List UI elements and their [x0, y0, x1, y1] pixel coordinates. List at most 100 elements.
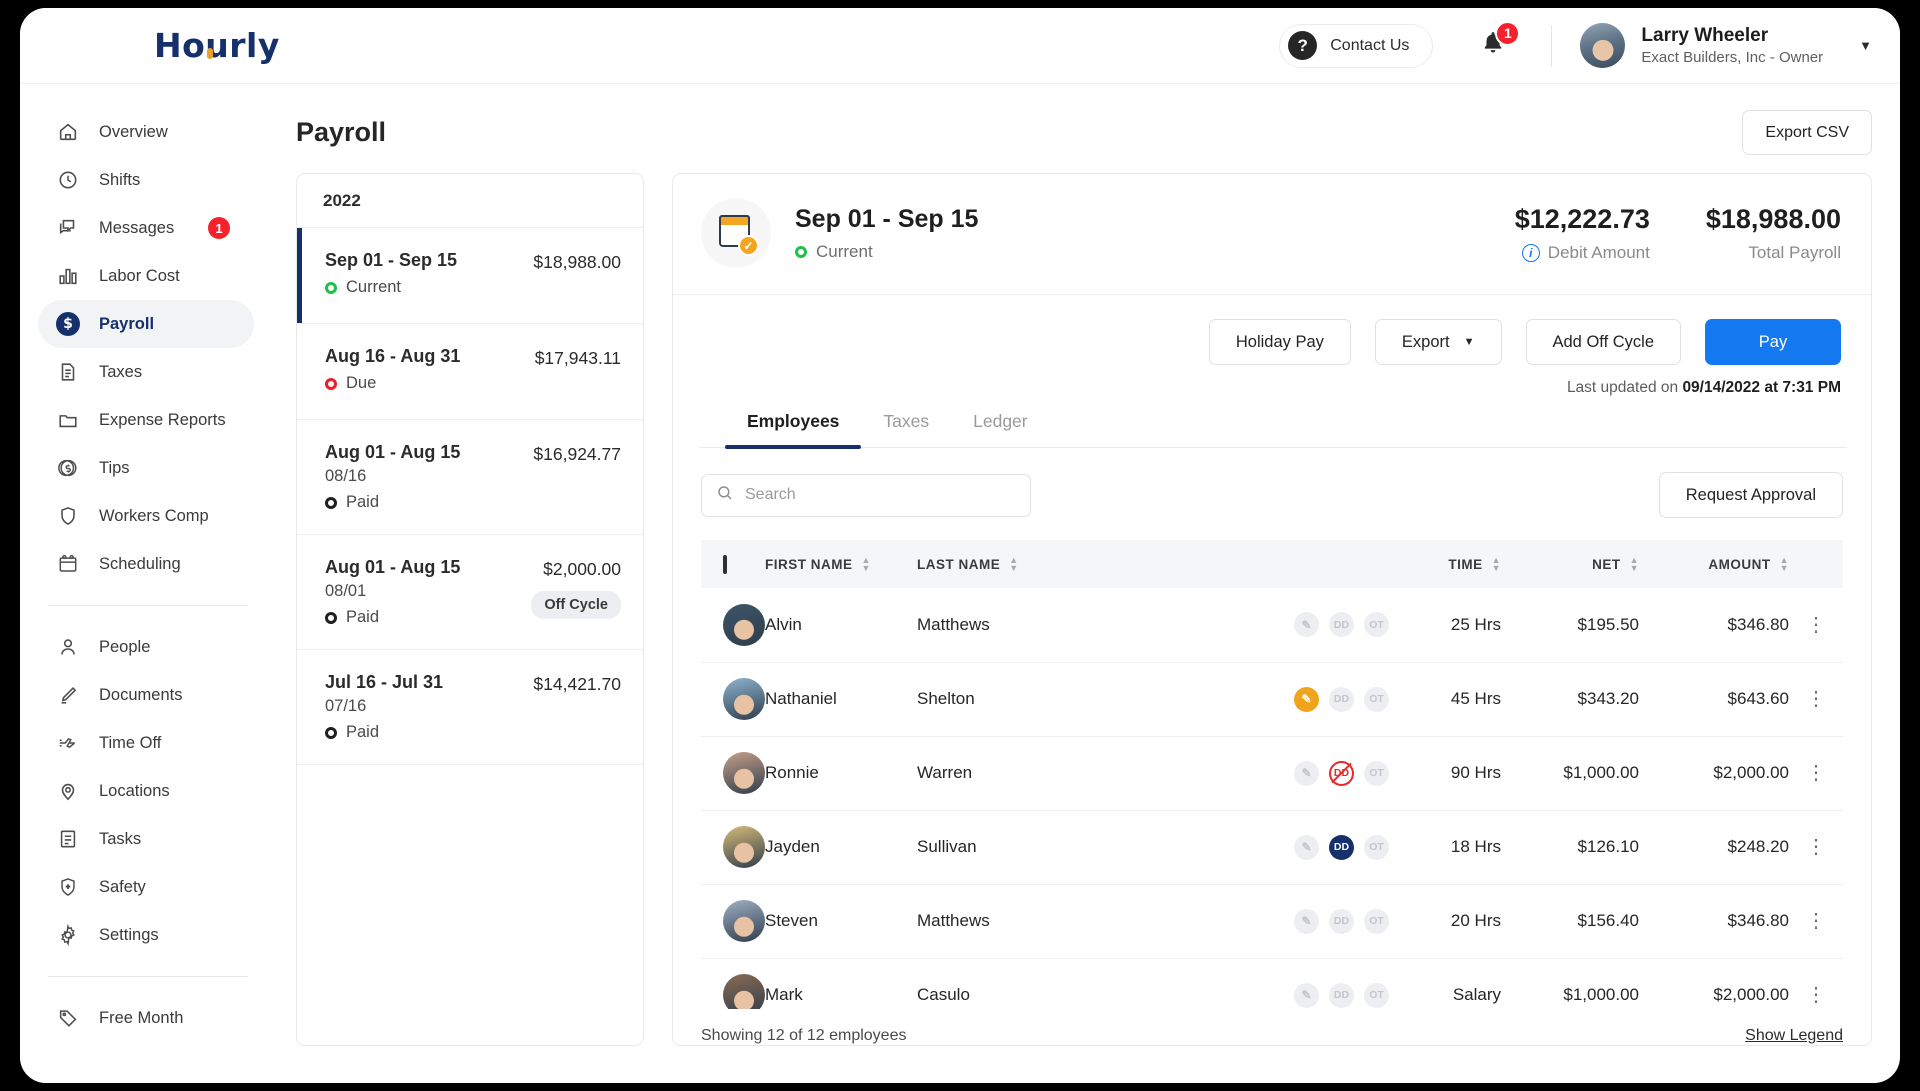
direct-deposit-badge[interactable]: DD — [1329, 612, 1354, 637]
sidebar-item-documents[interactable]: Documents — [38, 671, 254, 719]
th-amount[interactable]: AMOUNT ▲▼ — [1639, 540, 1789, 588]
avatar[interactable] — [1580, 23, 1625, 68]
sidebar-item-payroll[interactable]: $ Payroll — [38, 300, 254, 348]
tab-ledger[interactable]: Ledger — [951, 411, 1050, 447]
table-row[interactable]: MarkCasulo✎DDOTSalary$1,000.00$2,000.00⋮ — [701, 958, 1843, 1009]
request-approval-button[interactable]: Request Approval — [1659, 472, 1843, 518]
holiday-pay-button[interactable]: Holiday Pay — [1209, 319, 1351, 365]
brand-logo[interactable]: Hourly — [20, 26, 272, 65]
pencil-icon[interactable]: ✎ — [1294, 909, 1319, 934]
list-item[interactable]: Sep 01 - Sep 15 Current $18,988.00 — [297, 228, 643, 324]
sidebar-item-tasks[interactable]: Tasks — [38, 815, 254, 863]
direct-deposit-badge[interactable]: DD — [1329, 983, 1354, 1008]
pencil-icon[interactable]: ✎ — [1294, 612, 1319, 637]
table-row[interactable]: JaydenSullivan✎DDOT18 Hrs$126.10$248.20⋮ — [701, 810, 1843, 884]
pencil-icon[interactable]: ✎ — [1294, 687, 1319, 712]
th-last-name[interactable]: LAST NAME ▲▼ — [917, 540, 1239, 588]
list-item[interactable]: Jul 16 - Jul 31 07/16 Paid $14,421.70 — [297, 650, 643, 765]
direct-deposit-badge[interactable]: DD — [1329, 835, 1354, 860]
period-info: Aug 01 - Aug 15 08/01 Paid — [325, 557, 531, 627]
list-item[interactable]: Aug 01 - Aug 15 08/01 Paid $2,000.00 Off… — [297, 535, 643, 650]
sort-icon[interactable]: ▲▼ — [862, 557, 871, 571]
direct-deposit-badge[interactable]: DD — [1329, 909, 1354, 934]
search-input[interactable] — [745, 486, 1016, 504]
overtime-badge[interactable]: OT — [1364, 835, 1389, 860]
sidebar-item-settings[interactable]: Settings — [38, 911, 254, 959]
sidebar-item-workers-comp[interactable]: Workers Comp — [38, 492, 254, 540]
add-off-cycle-button[interactable]: Add Off Cycle — [1526, 319, 1682, 365]
sort-icon[interactable]: ▲▼ — [1009, 557, 1018, 571]
row-menu-button[interactable]: ⋮ — [1789, 884, 1843, 958]
avatar — [723, 900, 765, 942]
sidebar-item-time-off[interactable]: Time Off — [38, 719, 254, 767]
sidebar-item-messages[interactable]: Messages 1 — [38, 204, 254, 252]
sidebar-item-expense-reports[interactable]: Expense Reports — [38, 396, 254, 444]
overtime-badge[interactable]: OT — [1364, 761, 1389, 786]
pencil-icon[interactable]: ✎ — [1294, 835, 1319, 860]
direct-deposit-badge[interactable]: DD — [1329, 687, 1354, 712]
detail-period-range: Sep 01 - Sep 15 — [795, 205, 978, 234]
select-all-checkbox[interactable] — [723, 555, 727, 574]
sort-icon[interactable]: ▲▼ — [1780, 557, 1789, 571]
chevron-down-icon[interactable]: ▼ — [1859, 38, 1872, 53]
export-dropdown-button[interactable]: Export ▼ — [1375, 319, 1502, 365]
export-csv-button[interactable]: Export CSV — [1742, 110, 1872, 155]
overtime-badge[interactable]: OT — [1364, 687, 1389, 712]
period-range: Sep 01 - Sep 15 — [325, 250, 533, 271]
sidebar: Overview Shifts Messages 1 Labor Cost $ … — [20, 84, 272, 1083]
list-item[interactable]: Aug 16 - Aug 31 Due $17,943.11 — [297, 324, 643, 420]
th-time[interactable]: TIME ▲▼ — [1389, 540, 1501, 588]
table-row[interactable]: NathanielShelton✎DDOT45 Hrs$343.20$643.6… — [701, 662, 1843, 736]
period-status: Paid — [325, 608, 531, 627]
info-icon[interactable]: i — [1522, 244, 1540, 262]
row-menu-button[interactable]: ⋮ — [1789, 736, 1843, 810]
sidebar-item-overview[interactable]: Overview — [38, 108, 254, 156]
row-menu-button[interactable]: ⋮ — [1789, 662, 1843, 736]
sort-icon[interactable]: ▲▼ — [1492, 557, 1501, 571]
sidebar-item-label: Scheduling — [99, 555, 181, 574]
period-amount: $2,000.00 — [531, 559, 621, 580]
sidebar-item-labor-cost[interactable]: Labor Cost — [38, 252, 254, 300]
table-row[interactable]: RonnieWarren✎DDOT90 Hrs$1,000.00$2,000.0… — [701, 736, 1843, 810]
user-info[interactable]: Larry Wheeler Exact Builders, Inc - Owne… — [1641, 23, 1823, 69]
sidebar-item-locations[interactable]: Locations — [38, 767, 254, 815]
direct-deposit-badge[interactable]: DD — [1329, 761, 1354, 786]
overtime-badge[interactable]: OT — [1364, 612, 1389, 637]
pencil-icon[interactable]: ✎ — [1294, 983, 1319, 1008]
status-ring-icon — [325, 727, 337, 739]
tab-taxes[interactable]: Taxes — [861, 411, 951, 447]
sidebar-item-scheduling[interactable]: Scheduling — [38, 540, 254, 588]
th-net[interactable]: NET ▲▼ — [1501, 540, 1639, 588]
sort-icon[interactable]: ▲▼ — [1630, 557, 1639, 571]
pay-button[interactable]: Pay — [1705, 319, 1841, 365]
sidebar-item-safety[interactable]: Safety — [38, 863, 254, 911]
table-row[interactable]: AlvinMatthews✎DDOT25 Hrs$195.50$346.80⋮ — [701, 588, 1843, 662]
sidebar-item-people[interactable]: People — [38, 623, 254, 671]
pencil-icon[interactable]: ✎ — [1294, 761, 1319, 786]
tab-employees[interactable]: Employees — [725, 411, 861, 447]
period-info: Sep 01 - Sep 15 Current — [325, 250, 533, 297]
overtime-badge[interactable]: OT — [1364, 909, 1389, 934]
sidebar-item-shifts[interactable]: Shifts — [38, 156, 254, 204]
show-legend-link[interactable]: Show Legend — [1745, 1027, 1843, 1045]
contact-us-label: Contact Us — [1330, 37, 1409, 55]
search-box[interactable] — [701, 474, 1031, 517]
employees-table: FIRST NAME ▲▼ LAST NAME ▲▼ — [701, 540, 1843, 1009]
sidebar-item-taxes[interactable]: Taxes — [38, 348, 254, 396]
list-item[interactable]: Aug 01 - Aug 15 08/16 Paid $16,924.77 — [297, 420, 643, 535]
notifications-button[interactable]: 1 — [1477, 30, 1509, 62]
sidebar-item-tips[interactable]: Tips — [38, 444, 254, 492]
row-menu-button[interactable]: ⋮ — [1789, 588, 1843, 662]
contact-us-button[interactable]: ? Contact Us — [1279, 24, 1433, 68]
cell-last-name: Sullivan — [917, 810, 1239, 884]
time-value: 18 Hrs — [1451, 837, 1501, 856]
table-row[interactable]: StevenMatthews✎DDOT20 Hrs$156.40$346.80⋮ — [701, 884, 1843, 958]
amount-value: $2,000.00 — [1713, 985, 1789, 1004]
overtime-badge[interactable]: OT — [1364, 983, 1389, 1008]
th-first-name[interactable]: FIRST NAME ▲▼ — [765, 540, 917, 588]
sidebar-item-label: Workers Comp — [99, 507, 209, 526]
sidebar-item-free-month[interactable]: Free Month — [38, 994, 254, 1042]
row-menu-button[interactable]: ⋮ — [1789, 958, 1843, 1009]
row-menu-button[interactable]: ⋮ — [1789, 810, 1843, 884]
app-window: Hourly ? Contact Us 1 Larry Wheeler Exac… — [20, 8, 1900, 1083]
